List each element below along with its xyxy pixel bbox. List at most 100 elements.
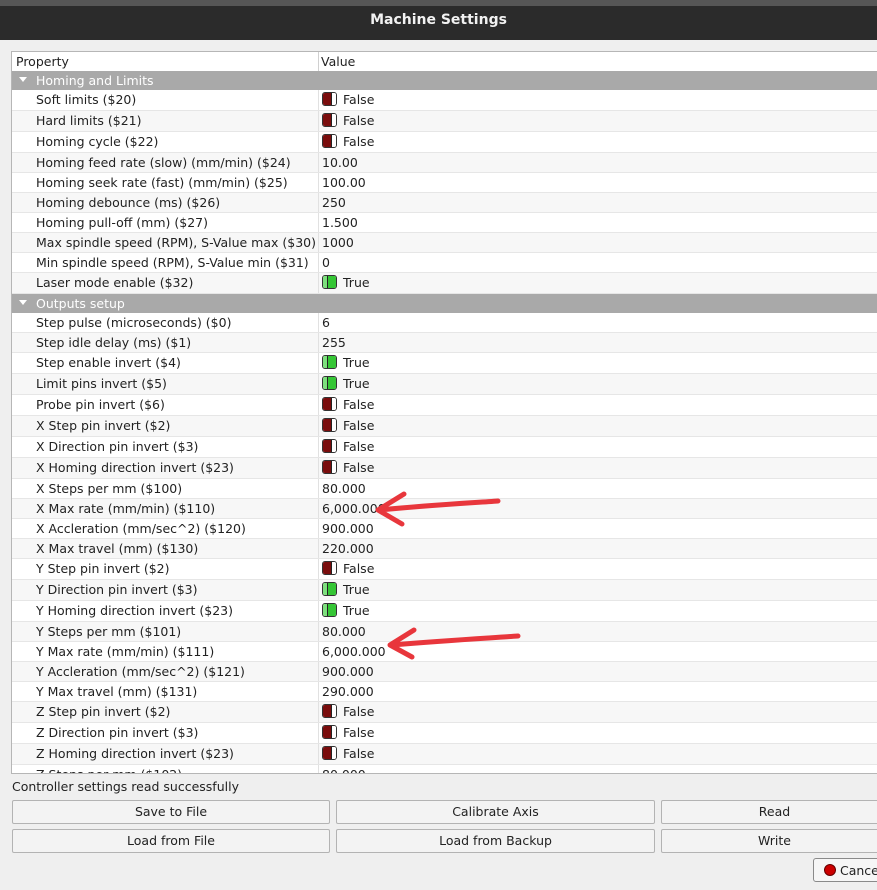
table-row[interactable]: Homing seek rate (fast) (mm/min) ($25) 10… bbox=[12, 173, 877, 193]
toggle-off-icon[interactable] bbox=[322, 460, 337, 474]
toggle-off-icon[interactable] bbox=[322, 704, 337, 718]
table-row[interactable]: Y Accleration (mm/sec^2) ($121) 900.000 bbox=[12, 662, 877, 682]
property-value[interactable]: True bbox=[322, 376, 370, 391]
table-row[interactable]: Step enable invert ($4) True bbox=[12, 353, 877, 374]
toggle-on-icon[interactable] bbox=[322, 275, 337, 289]
property-value[interactable]: 220.000 bbox=[322, 541, 374, 556]
expand-triangle-icon[interactable] bbox=[19, 77, 27, 82]
property-value[interactable]: 1.500 bbox=[322, 215, 358, 230]
table-row[interactable]: X Steps per mm ($100) 80.000 bbox=[12, 479, 877, 499]
table-row[interactable]: Y Max rate (mm/min) ($111) 6,000.000 bbox=[12, 642, 877, 662]
table-row[interactable]: Y Homing direction invert ($23) True bbox=[12, 601, 877, 622]
property-value[interactable]: True bbox=[322, 275, 370, 290]
property-value[interactable]: False bbox=[322, 134, 374, 149]
table-row[interactable]: Homing feed rate (slow) (mm/min) ($24) 10… bbox=[12, 153, 877, 173]
property-value[interactable]: False bbox=[322, 725, 374, 740]
property-value[interactable]: 6,000.000 bbox=[322, 644, 386, 659]
table-row[interactable]: Step pulse (microseconds) ($0) 6 bbox=[12, 313, 877, 333]
property-value[interactable]: 80.000 bbox=[322, 767, 366, 773]
property-value[interactable]: 6 bbox=[322, 315, 330, 330]
column-header-value[interactable]: Value bbox=[321, 54, 355, 69]
table-row[interactable]: Y Max travel (mm) ($131) 290.000 bbox=[12, 682, 877, 702]
property-value[interactable]: False bbox=[322, 397, 374, 412]
load-from-backup-button[interactable]: Load from Backup bbox=[336, 829, 655, 853]
table-row[interactable]: Soft limits ($20) False bbox=[12, 90, 877, 111]
toggle-on-icon[interactable] bbox=[322, 603, 337, 617]
property-value[interactable]: False bbox=[322, 92, 374, 107]
table-row[interactable]: Z Step pin invert ($2) False bbox=[12, 702, 877, 723]
toggle-off-icon[interactable] bbox=[322, 397, 337, 411]
property-value[interactable]: False bbox=[322, 460, 374, 475]
toggle-off-icon[interactable] bbox=[322, 418, 337, 432]
calibrate-axis-button[interactable]: Calibrate Axis bbox=[336, 800, 655, 824]
table-row[interactable]: Homing cycle ($22) False bbox=[12, 132, 877, 153]
property-value[interactable]: False bbox=[322, 113, 374, 128]
table-row[interactable]: Homing debounce (ms) ($26) 250 bbox=[12, 193, 877, 213]
settings-table[interactable]: Property Value Homing and Limits Soft lim… bbox=[11, 51, 877, 774]
table-row[interactable]: Y Steps per mm ($101) 80.000 bbox=[12, 622, 877, 642]
toggle-off-icon[interactable] bbox=[322, 561, 337, 575]
group-row[interactable]: Outputs setup bbox=[12, 294, 877, 313]
property-value[interactable]: False bbox=[322, 704, 374, 719]
property-value[interactable]: False bbox=[322, 561, 374, 576]
table-row[interactable]: Hard limits ($21) False bbox=[12, 111, 877, 132]
cancel-button[interactable]: Cancel bbox=[813, 858, 877, 882]
property-value[interactable]: 1000 bbox=[322, 235, 354, 250]
property-value[interactable]: 80.000 bbox=[322, 624, 366, 639]
table-row[interactable]: X Accleration (mm/sec^2) ($120) 900.000 bbox=[12, 519, 877, 539]
column-header-property[interactable]: Property bbox=[16, 54, 69, 69]
toggle-off-icon[interactable] bbox=[322, 113, 337, 127]
property-value[interactable]: 900.000 bbox=[322, 664, 374, 679]
write-button[interactable]: Write bbox=[661, 829, 877, 853]
table-row[interactable]: Max spindle speed (RPM), S-Value max ($3… bbox=[12, 233, 877, 253]
property-value[interactable]: 6,000.000 bbox=[322, 501, 386, 516]
property-value[interactable]: False bbox=[322, 439, 374, 454]
property-value[interactable]: 900.000 bbox=[322, 521, 374, 536]
table-row[interactable]: Limit pins invert ($5) True bbox=[12, 374, 877, 395]
save-to-file-button[interactable]: Save to File bbox=[12, 800, 330, 824]
toggle-off-icon[interactable] bbox=[322, 134, 337, 148]
toggle-off-icon[interactable] bbox=[322, 725, 337, 739]
load-from-file-button[interactable]: Load from File bbox=[12, 829, 330, 853]
toggle-off-icon[interactable] bbox=[322, 439, 337, 453]
table-row[interactable]: Z Direction pin invert ($3) False bbox=[12, 723, 877, 744]
table-row[interactable]: X Direction pin invert ($3) False bbox=[12, 437, 877, 458]
property-value[interactable]: 80.000 bbox=[322, 481, 366, 496]
property-value[interactable]: 0 bbox=[322, 255, 330, 270]
value-text: False bbox=[343, 439, 375, 454]
table-row[interactable]: Laser mode enable ($32) True bbox=[12, 273, 877, 294]
group-row[interactable]: Homing and Limits bbox=[12, 71, 877, 90]
property-value[interactable]: 290.000 bbox=[322, 684, 374, 699]
property-value[interactable]: False bbox=[322, 418, 374, 433]
property-value[interactable]: False bbox=[322, 746, 374, 761]
property-value[interactable]: True bbox=[322, 582, 370, 597]
toggle-on-icon[interactable] bbox=[322, 582, 337, 596]
property-value[interactable]: True bbox=[322, 355, 370, 370]
table-row[interactable]: Probe pin invert ($6) False bbox=[12, 395, 877, 416]
table-row[interactable]: X Max travel (mm) ($130) 220.000 bbox=[12, 539, 877, 559]
property-value[interactable]: 10.00 bbox=[322, 155, 358, 170]
cell-separator bbox=[318, 132, 319, 152]
toggle-off-icon[interactable] bbox=[322, 746, 337, 760]
property-value[interactable]: 255 bbox=[322, 335, 346, 350]
table-row[interactable]: Step idle delay (ms) ($1) 255 bbox=[12, 333, 877, 353]
table-row[interactable]: Z Steps per mm ($102) 80.000 bbox=[12, 765, 877, 773]
table-row[interactable]: X Max rate (mm/min) ($110) 6,000.000 bbox=[12, 499, 877, 519]
table-row[interactable]: Min spindle speed (RPM), S-Value min ($3… bbox=[12, 253, 877, 273]
table-row[interactable]: Y Step pin invert ($2) False bbox=[12, 559, 877, 580]
property-value[interactable]: 250 bbox=[322, 195, 346, 210]
table-row[interactable]: X Homing direction invert ($23) False bbox=[12, 458, 877, 479]
table-row[interactable]: Z Homing direction invert ($23) False bbox=[12, 744, 877, 765]
toggle-on-icon[interactable] bbox=[322, 376, 337, 390]
expand-triangle-icon[interactable] bbox=[19, 300, 27, 305]
table-row[interactable]: Homing pull-off (mm) ($27) 1.500 bbox=[12, 213, 877, 233]
toggle-off-icon[interactable] bbox=[322, 92, 337, 106]
toggle-on-icon[interactable] bbox=[322, 355, 337, 369]
property-value[interactable]: 100.00 bbox=[322, 175, 366, 190]
column-separator[interactable] bbox=[318, 52, 319, 71]
cell-separator bbox=[318, 173, 319, 192]
table-row[interactable]: X Step pin invert ($2) False bbox=[12, 416, 877, 437]
read-button[interactable]: Read bbox=[661, 800, 877, 824]
table-row[interactable]: Y Direction pin invert ($3) True bbox=[12, 580, 877, 601]
property-value[interactable]: True bbox=[322, 603, 370, 618]
